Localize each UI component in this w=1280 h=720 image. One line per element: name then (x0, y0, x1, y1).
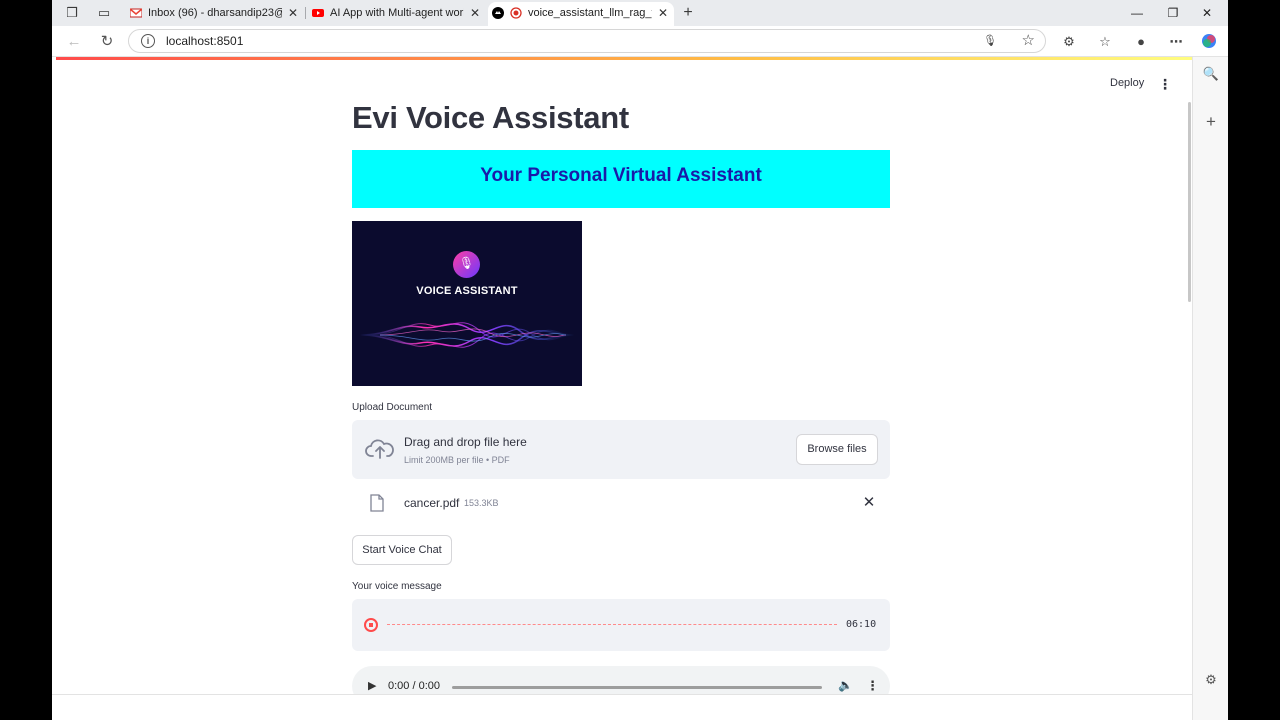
workspaces-icon[interactable]: ❒ (64, 5, 80, 21)
cloud-upload-icon (365, 439, 394, 459)
new-tab-icon[interactable]: + (680, 5, 696, 21)
play-icon[interactable]: ▶ (368, 679, 376, 692)
minimize-icon[interactable]: — (1122, 4, 1152, 22)
record-icon (510, 7, 522, 19)
recording-waveform (387, 624, 837, 625)
app-favicon-icon (492, 7, 504, 19)
recording-timer: 06:10 (846, 619, 877, 630)
profile-icon[interactable]: ● (1132, 33, 1150, 51)
streamlit-app: Deploy ⋮ Evi Voice Assistant Your Person… (56, 60, 1192, 694)
back-icon[interactable]: ← (64, 32, 84, 52)
page-title: Evi Voice Assistant (352, 100, 629, 135)
address-bar-row: ← ↻ i localhost:8501 🎙 ☆ ⚙ ☆ ● ⋯ (52, 26, 1228, 57)
microphone-icon: 🎙 (453, 251, 480, 278)
restore-icon[interactable]: ❐ (1158, 4, 1188, 22)
close-window-icon[interactable]: ✕ (1192, 4, 1222, 22)
audio-recorder: 06:10 (352, 599, 890, 651)
deploy-button[interactable]: Deploy (1110, 77, 1144, 89)
close-tab-icon[interactable]: ✕ (286, 2, 300, 24)
extensions-icon[interactable]: ⚙ (1060, 33, 1078, 51)
file-name: cancer.pdf (404, 496, 460, 510)
close-tab-icon[interactable]: ✕ (656, 2, 670, 24)
address-bar[interactable]: i localhost:8501 🎙 ☆ (128, 29, 1046, 53)
youtube-icon (312, 9, 324, 17)
browse-files-button[interactable]: Browse files (796, 434, 878, 465)
site-info-icon[interactable]: i (141, 34, 155, 48)
hero-label: VOICE ASSISTANT (416, 285, 518, 297)
file-size: 153.3KB (464, 498, 499, 508)
audio-more-icon[interactable]: ⋮ (866, 678, 879, 694)
file-icon (370, 494, 384, 512)
banner-text: Your Personal Virtual Assistant (480, 165, 762, 186)
settings-icon[interactable]: ⚙ (1202, 671, 1220, 689)
favorite-star-icon[interactable]: ☆ (1022, 31, 1035, 49)
audio-player: ▶ 0:00 / 0:00 🔈 ⋮ (352, 666, 890, 694)
browser-sidebar: 🔍 + ⚙ (1192, 57, 1228, 720)
file-dropzone[interactable]: Drag and drop file here Limit 200MB per … (352, 420, 890, 479)
dropzone-limit: Limit 200MB per file • PDF (404, 455, 510, 465)
volume-icon[interactable]: 🔈 (838, 678, 853, 692)
tab-title: AI App with Multi-agent workflow (330, 7, 464, 19)
tab-title: voice_assistant_llm_rag_tts_stt (528, 7, 652, 19)
browser-menu-icon[interactable]: ⋯ (1167, 33, 1185, 51)
close-tab-icon[interactable]: ✕ (468, 2, 482, 24)
upload-label: Upload Document (352, 402, 433, 413)
tab-strip: ❒ ▭ Inbox (96) - dharsandip23@gmail.com … (52, 0, 1228, 26)
browser-window: ❒ ▭ Inbox (96) - dharsandip23@gmail.com … (52, 0, 1228, 720)
start-voice-chat-button[interactable]: Start Voice Chat (352, 535, 452, 565)
tab-voice-assistant[interactable]: voice_assistant_llm_rag_tts_stt ✕ (488, 2, 674, 26)
status-area (52, 694, 1192, 720)
voice-message-label: Your voice message (352, 581, 442, 592)
tab-title: Inbox (96) - dharsandip23@gmail.com (148, 7, 282, 19)
tab-gmail[interactable]: Inbox (96) - dharsandip23@gmail.com ✕ (124, 2, 304, 26)
stop-recording-icon[interactable] (364, 618, 378, 632)
page-scrollbar[interactable] (1188, 102, 1191, 302)
uploaded-file: cancer.pdf 153.3KB ✕ (352, 490, 890, 518)
tab-youtube[interactable]: AI App with Multi-agent workflow ✕ (306, 2, 486, 26)
subtitle-banner: Your Personal Virtual Assistant (352, 150, 890, 208)
remove-file-icon[interactable]: ✕ (860, 494, 878, 512)
copilot-icon[interactable] (1200, 33, 1218, 51)
voice-assistant-image: 🎙 VOICE ASSISTANT (352, 221, 582, 386)
favorites-icon[interactable]: ☆ (1096, 33, 1114, 51)
audio-time: 0:00 / 0:00 (388, 680, 440, 692)
sound-wave-graphic (360, 322, 574, 348)
add-icon[interactable]: + (1202, 113, 1220, 131)
dropzone-title: Drag and drop file here (404, 435, 527, 449)
main-menu-icon[interactable]: ⋮ (1158, 77, 1172, 91)
url-text: localhost:8501 (166, 34, 244, 48)
gmail-icon (130, 8, 142, 18)
search-icon[interactable]: 🔍 (1202, 65, 1220, 83)
tab-actions-icon[interactable]: ▭ (96, 5, 112, 21)
audio-seek-bar[interactable] (452, 686, 822, 689)
voice-search-icon[interactable]: 🎙 (983, 34, 997, 47)
reload-icon[interactable]: ↻ (97, 32, 117, 52)
